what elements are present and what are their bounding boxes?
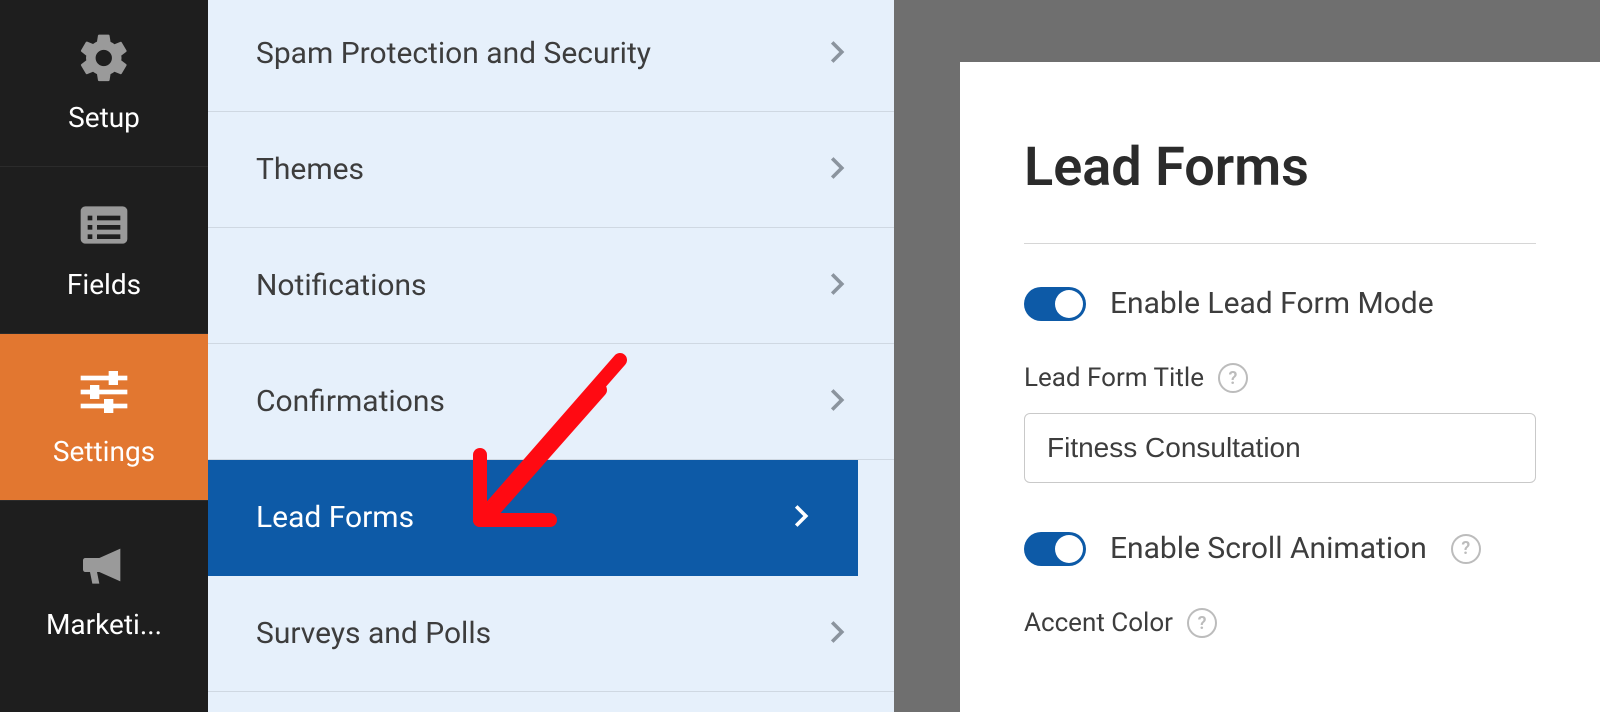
megaphone-icon [74, 540, 134, 590]
enable-scroll-animation-toggle[interactable] [1024, 532, 1086, 566]
submenu-item-spam-protection[interactable]: Spam Protection and Security [208, 0, 894, 112]
submenu-item-lead-forms[interactable]: Lead Forms [208, 460, 858, 576]
sidebar-item-label: Settings [53, 435, 155, 468]
help-icon[interactable]: ? [1187, 608, 1217, 638]
lead-form-title-label: Lead Form Title ? [1024, 363, 1536, 393]
chevron-right-icon [828, 40, 846, 68]
sidebar-item-marketing[interactable]: Marketi... [0, 501, 208, 679]
help-icon[interactable]: ? [1218, 363, 1248, 393]
submenu-item-label: Themes [256, 152, 364, 187]
lead-forms-panel: Lead Forms Enable Lead Form Mode Lead Fo… [960, 62, 1600, 712]
chevron-right-icon [792, 504, 810, 532]
left-sidebar: Setup Fields Settings Marketi... [0, 0, 208, 712]
sliders-icon [74, 367, 134, 417]
lead-form-title-input[interactable] [1024, 413, 1536, 483]
submenu-item-confirmations[interactable]: Confirmations [208, 344, 894, 460]
sidebar-item-setup[interactable]: Setup [0, 0, 208, 167]
sidebar-item-label: Marketi... [46, 608, 162, 641]
submenu-item-themes[interactable]: Themes [208, 112, 894, 228]
submenu-item-surveys-polls[interactable]: Surveys and Polls [208, 576, 894, 692]
content-backdrop: Lead Forms Enable Lead Form Mode Lead Fo… [894, 0, 1600, 712]
divider [1024, 243, 1536, 244]
chevron-right-icon [828, 388, 846, 416]
enable-scroll-animation-row: Enable Scroll Animation ? [1024, 531, 1536, 566]
sidebar-item-settings[interactable]: Settings [0, 334, 208, 501]
enable-lead-form-mode-toggle[interactable] [1024, 287, 1086, 321]
accent-color-label: Accent Color ? [1024, 608, 1536, 638]
chevron-right-icon [828, 272, 846, 300]
chevron-right-icon [828, 156, 846, 184]
submenu-item-label: Surveys and Polls [256, 616, 491, 651]
submenu-item-label: Confirmations [256, 384, 445, 419]
sidebar-item-label: Setup [68, 101, 140, 134]
enable-scroll-animation-label: Enable Scroll Animation [1110, 531, 1427, 566]
chevron-right-icon [828, 620, 846, 648]
sidebar-item-fields[interactable]: Fields [0, 167, 208, 334]
submenu-item-label: Spam Protection and Security [256, 36, 651, 71]
enable-lead-form-mode-row: Enable Lead Form Mode [1024, 286, 1536, 321]
submenu-item-label: Lead Forms [256, 500, 414, 535]
submenu-item-notifications[interactable]: Notifications [208, 228, 894, 344]
help-icon[interactable]: ? [1451, 534, 1481, 564]
settings-submenu: Spam Protection and Security Themes Noti… [208, 0, 894, 712]
enable-lead-form-mode-label: Enable Lead Form Mode [1110, 286, 1434, 321]
gear-icon [74, 33, 134, 83]
submenu-item-label: Notifications [256, 268, 427, 303]
panel-title: Lead Forms [1024, 136, 1536, 199]
sidebar-item-label: Fields [67, 268, 141, 301]
list-icon [74, 200, 134, 250]
